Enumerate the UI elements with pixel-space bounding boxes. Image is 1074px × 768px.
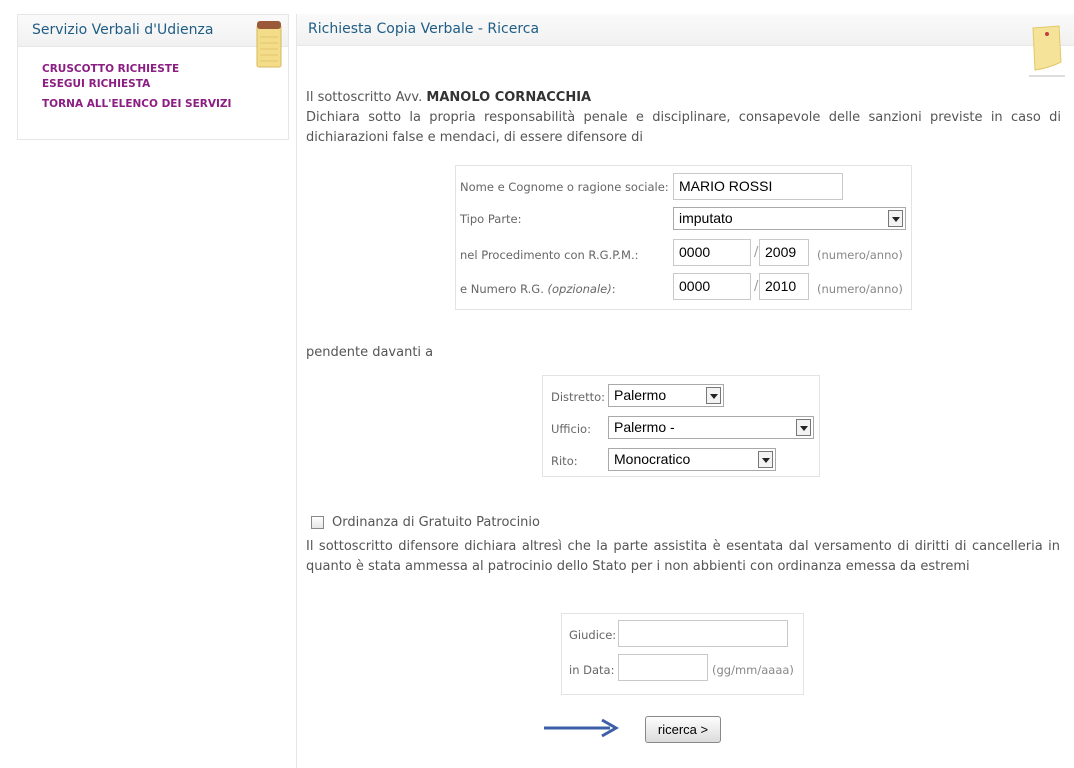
arrow-right-icon bbox=[544, 718, 620, 738]
rite-select[interactable]: Monocratico bbox=[608, 448, 776, 471]
office-label: Ufficio: bbox=[551, 422, 591, 436]
office-value: Palermo - bbox=[614, 419, 675, 435]
sidebar-header: Servizio Verbali d'Udienza bbox=[18, 15, 288, 68]
rgpm-hint: (numero/anno) bbox=[817, 248, 903, 262]
district-value: Palermo bbox=[614, 387, 667, 403]
rgpm-year-input[interactable]: 2009 bbox=[759, 239, 809, 266]
rgpm-label: nel Procedimento con R.G.P.M.: bbox=[460, 248, 639, 262]
party-type-value: imputato bbox=[679, 210, 733, 226]
rgpm-number-input[interactable]: 0000 bbox=[673, 239, 751, 266]
chevron-down-icon bbox=[758, 451, 773, 468]
office-select[interactable]: Palermo - bbox=[608, 416, 814, 439]
search-button[interactable]: ricerca > bbox=[645, 716, 721, 743]
ordinance-form: Giudice: in Data: (gg/mm/aaaa) bbox=[561, 613, 804, 695]
legal-aid-text: Il sottoscritto difensore dichiara altre… bbox=[306, 539, 1060, 574]
rg-slash: / bbox=[754, 279, 759, 294]
chevron-down-icon bbox=[888, 210, 903, 227]
rgpm-slash: / bbox=[754, 245, 759, 260]
rite-value: Monocratico bbox=[614, 451, 691, 467]
sticky-note-icon bbox=[1029, 25, 1065, 77]
sidebar: Servizio Verbali d'Udienza Cruscotto ric… bbox=[17, 14, 289, 140]
rg-hint: (numero/anno) bbox=[817, 282, 903, 296]
party-type-select[interactable]: imputato bbox=[673, 207, 906, 230]
court-form: Distretto: Palermo Ufficio: Palermo - Ri… bbox=[542, 375, 820, 477]
menu-item-cruscotto-richieste[interactable]: Cruscotto richieste bbox=[42, 62, 231, 77]
district-select[interactable]: Palermo bbox=[608, 384, 724, 407]
judge-input[interactable] bbox=[618, 620, 788, 647]
pending-text: pendente davanti a bbox=[306, 345, 434, 360]
date-label: in Data: bbox=[569, 663, 615, 677]
party-type-label: Tipo Parte: bbox=[460, 212, 522, 226]
notepad-icon bbox=[256, 21, 282, 68]
sidebar-title: Servizio Verbali d'Udienza bbox=[32, 22, 214, 38]
rg-label: e Numero R.G. (opzionale): bbox=[460, 282, 616, 296]
declarant-line: Il sottoscritto Avv. MANOLO CORNACCHIA bbox=[306, 88, 1066, 108]
judge-label: Giudice: bbox=[569, 628, 617, 642]
menu-item-torna-elenco-servizi[interactable]: Torna all'elenco dei servizi bbox=[42, 97, 231, 112]
menu-item-esegui-richiesta[interactable]: Esegui richiesta bbox=[42, 77, 231, 92]
main-header: Richiesta Copia Verbale - Ricerca bbox=[297, 14, 1074, 46]
declarant-prefix: Il sottoscritto Avv. bbox=[306, 90, 427, 105]
rg-number-input[interactable]: 0000 bbox=[673, 273, 751, 300]
date-input[interactable] bbox=[618, 654, 708, 681]
legal-aid-label: Ordinanza di Gratuito Patrocinio bbox=[332, 515, 540, 530]
rite-label: Rito: bbox=[551, 454, 578, 468]
date-hint: (gg/mm/aaaa) bbox=[712, 663, 794, 677]
lawyer-name: MANOLO CORNACCHIA bbox=[426, 90, 592, 105]
rg-year-input[interactable]: 2010 bbox=[759, 273, 809, 300]
chevron-down-icon bbox=[706, 387, 721, 404]
party-form: Nome e Cognome o ragione sociale: MARIO … bbox=[455, 165, 912, 310]
name-label: Nome e Cognome o ragione sociale: bbox=[460, 180, 669, 194]
legal-aid-checkbox[interactable] bbox=[311, 516, 324, 529]
name-input[interactable]: MARIO ROSSI bbox=[673, 173, 843, 200]
district-label: Distretto: bbox=[551, 390, 606, 404]
declaration-text: Dichiara sotto la propria responsabilità… bbox=[306, 110, 1061, 145]
sidebar-menu: Cruscotto richieste Esegui richiesta Tor… bbox=[42, 62, 231, 112]
page-title: Richiesta Copia Verbale - Ricerca bbox=[308, 21, 540, 37]
chevron-down-icon bbox=[796, 419, 811, 436]
